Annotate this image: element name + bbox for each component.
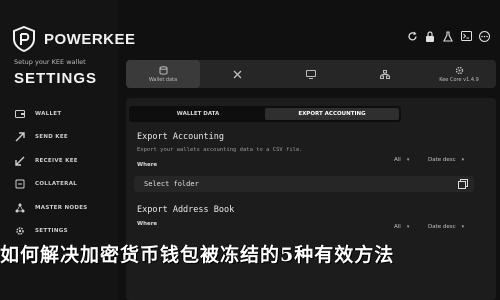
send-icon (14, 132, 25, 143)
receive-icon (14, 155, 25, 166)
tab-label: Kee Core v1.4.9 (439, 76, 479, 83)
flask-icon[interactable] (442, 30, 454, 42)
settings-tabbar: Wallet data Kee Core v1.4.9 (126, 60, 496, 88)
database-icon (158, 65, 168, 75)
top-toolbar (406, 30, 490, 42)
scope-select[interactable]: All ▾ (394, 221, 409, 233)
subtab-wallet-data[interactable]: WALLET DATA (131, 108, 265, 120)
subtab-export-accounting[interactable]: EXPORT ACCOUNTING (265, 108, 399, 120)
gear-icon (14, 226, 25, 237)
ellipsis-icon[interactable] (478, 30, 490, 42)
export-accounting-title: Export Accounting (137, 132, 224, 142)
where-label: Where (137, 162, 158, 168)
tab-display[interactable] (274, 60, 348, 88)
terminal-icon[interactable] (460, 30, 472, 42)
chevron-down-icon: ▾ (406, 157, 410, 163)
brand: POWERKEE (12, 26, 136, 52)
sidebar-item-label: SETTINGS (35, 228, 68, 235)
subtab-bar: WALLET DATA EXPORT ACCOUNTING (129, 106, 401, 122)
wallet-icon (14, 108, 25, 119)
chevron-down-icon: ▾ (406, 224, 410, 230)
select-folder-text: Select folder (144, 180, 199, 188)
chevron-down-icon: ▾ (461, 224, 465, 230)
nodes-icon (14, 202, 25, 213)
overlay-caption: 如何解决加密货币钱包被冻结的5种有效方法 (0, 244, 395, 264)
sidebar-item-master-nodes[interactable]: MASTER NODES (14, 196, 114, 220)
tab-kee-core[interactable]: Kee Core v1.4.9 (422, 60, 496, 88)
sidebar-item-label: SEND KEE (35, 134, 68, 141)
sort-select[interactable]: Date desc ▾ (428, 154, 464, 166)
sidebar-item-wallet[interactable]: WALLET (14, 102, 114, 126)
network-icon (380, 69, 390, 79)
lock-icon[interactable] (424, 30, 436, 42)
brand-name: POWERKEE (44, 30, 136, 48)
sort-select-value: Date desc (428, 224, 456, 230)
sort-select-value: Date desc (428, 157, 456, 163)
sidebar-item-label: WALLET (35, 110, 62, 117)
sidebar-nav: WALLET SEND KEE RECEIVE KEE COLLATERAL M… (14, 102, 114, 243)
select-folder-field[interactable]: Select folder (134, 176, 474, 192)
export-address-book-title: Export Address Book (137, 205, 235, 215)
tools-icon (232, 70, 242, 79)
copy-icon[interactable] (458, 179, 468, 189)
sidebar-item-label: RECEIVE KEE (35, 157, 78, 164)
chevron-down-icon: ▾ (461, 157, 465, 163)
scope-select-value: All (394, 157, 401, 163)
sidebar-item-receive-kee[interactable]: RECEIVE KEE (14, 149, 114, 173)
tab-wallet-data[interactable]: Wallet data (126, 60, 200, 88)
where-label: Where (137, 221, 158, 227)
content-panel: WALLET DATA EXPORT ACCOUNTING Export Acc… (126, 98, 496, 300)
sort-select[interactable]: Date desc ▾ (428, 221, 464, 233)
export-accounting-description: Export your wallets accounting data to a… (137, 147, 303, 153)
tab-network[interactable] (348, 60, 422, 88)
sidebar-subtitle: Setup your KEE wallet (14, 58, 86, 66)
tab-tools[interactable] (200, 60, 274, 88)
sidebar-item-send-kee[interactable]: SEND KEE (14, 126, 114, 150)
gear-icon (454, 66, 464, 75)
sidebar-title: SETTINGS (14, 70, 98, 87)
scope-select-value: All (394, 224, 401, 230)
sidebar-item-label: MASTER NODES (35, 204, 88, 211)
sidebar-item-collateral[interactable]: COLLATERAL (14, 173, 114, 197)
shield-p-icon (13, 26, 35, 52)
tab-label: Wallet data (148, 76, 178, 83)
refresh-icon[interactable] (406, 30, 418, 42)
collateral-icon (14, 179, 25, 190)
scope-select[interactable]: All ▾ (394, 154, 409, 166)
display-icon (306, 69, 316, 79)
sidebar-item-label: COLLATERAL (35, 181, 78, 188)
